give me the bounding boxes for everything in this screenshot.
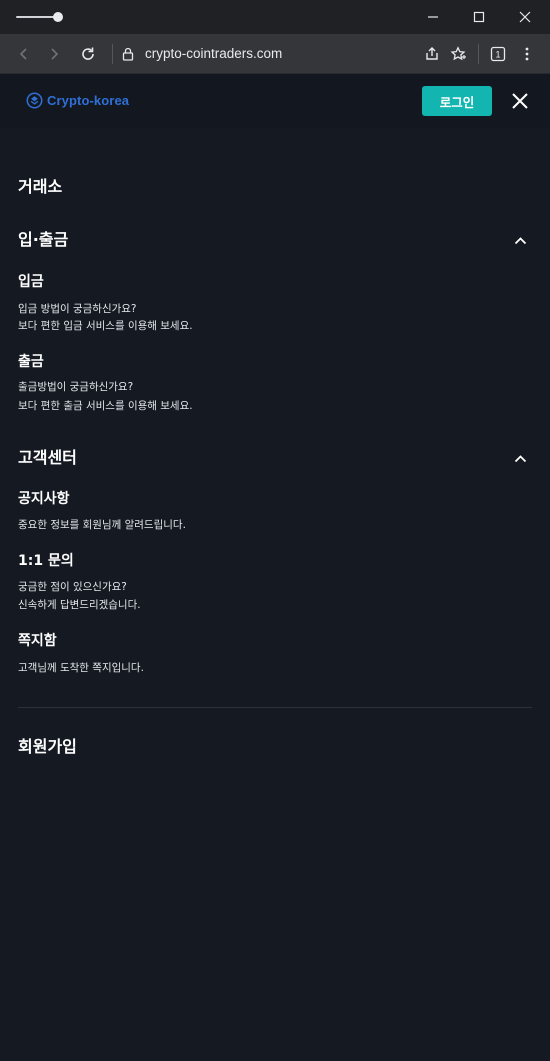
- site-info-button[interactable]: [116, 42, 140, 66]
- zoom-slider-knob[interactable]: [53, 12, 63, 22]
- collapse-customer-center-button[interactable]: [512, 450, 528, 466]
- tab-count: 1: [495, 50, 500, 60]
- menu-item-inquiry[interactable]: 1:1 문의: [18, 552, 74, 570]
- arrow-left-icon: [19, 48, 27, 60]
- login-button[interactable]: 로그인: [422, 86, 492, 116]
- menu-close-button[interactable]: [508, 89, 532, 113]
- reload-icon: [82, 47, 94, 60]
- minimize-icon: [428, 16, 438, 18]
- reload-button[interactable]: [76, 42, 100, 66]
- site-header: Crypto-korea 로그인: [0, 74, 550, 128]
- menu-item-signup[interactable]: 회원가입: [18, 737, 77, 757]
- menu-section-customer-center[interactable]: 고객센터: [18, 448, 77, 468]
- star-add-icon: [450, 46, 466, 61]
- tab-count-button[interactable]: 1: [486, 42, 510, 66]
- browser-toolbar: crypto-cointraders.com 1: [0, 34, 550, 74]
- deposit-description-line-1: 입금 방법이 궁금하신가요?: [18, 303, 137, 315]
- lock-icon: [122, 47, 134, 61]
- site-logo[interactable]: Crypto-korea: [26, 92, 129, 109]
- arrow-right-icon: [51, 48, 59, 60]
- maximize-icon: [473, 11, 485, 23]
- toolbar-separator: [112, 44, 113, 64]
- deposit-description-line-2: 보다 편한 입금 서비스를 이용해 보세요.: [18, 320, 193, 332]
- forward-button[interactable]: [42, 42, 66, 66]
- logo-text: Crypto-korea: [47, 93, 130, 108]
- window-titlebar: [0, 0, 550, 34]
- back-button[interactable]: [12, 42, 36, 66]
- mobile-menu: 거래소 입·출금 입금 입금 방법이 궁금하신가요? 보다 편한 입금 서비스를…: [0, 128, 550, 1061]
- menu-item-notice[interactable]: 공지사항: [18, 490, 70, 508]
- menu-item-withdraw[interactable]: 출금: [18, 353, 44, 371]
- notice-description: 중요한 정보를 회원님께 알려드립니다.: [18, 519, 186, 531]
- menu-item-messages[interactable]: 쪽지함: [18, 632, 57, 650]
- close-icon: [512, 93, 528, 109]
- chevron-up-icon: [514, 454, 526, 462]
- chevron-up-icon: [514, 236, 526, 244]
- address-bar-url[interactable]: crypto-cointraders.com: [145, 44, 282, 64]
- withdraw-description-line-1: 출금방법이 궁금하신가요?: [18, 381, 134, 393]
- close-icon: [519, 11, 531, 23]
- zoom-slider-track[interactable]: [16, 16, 58, 18]
- menu-item-deposit[interactable]: 입금: [18, 273, 44, 291]
- withdraw-description-line-2: 보다 편한 출금 서비스를 이용해 보세요.: [18, 400, 193, 412]
- inquiry-description-line-1: 궁금한 점이 있으신가요?: [18, 581, 127, 593]
- collapse-deposit-withdraw-button[interactable]: [512, 232, 528, 248]
- logo-icon: [26, 92, 43, 109]
- inquiry-description-line-2: 신속하게 답변드리겠습니다.: [18, 599, 141, 611]
- more-vertical-icon: [525, 47, 529, 61]
- maximize-button[interactable]: [456, 0, 502, 34]
- window-close-button[interactable]: [502, 0, 548, 34]
- menu-section-deposit-withdraw[interactable]: 입·출금: [18, 230, 68, 250]
- bookmark-button[interactable]: [446, 42, 470, 66]
- tabs-icon: 1: [490, 46, 506, 62]
- browser-menu-button[interactable]: [515, 42, 539, 66]
- share-button[interactable]: [420, 42, 444, 66]
- menu-divider: [18, 707, 532, 708]
- menu-item-exchange[interactable]: 거래소: [18, 177, 62, 197]
- share-icon: [426, 47, 438, 60]
- minimize-button[interactable]: [410, 0, 456, 34]
- toolbar-separator-right: [478, 44, 479, 64]
- messages-description: 고객님께 도착한 쪽지입니다.: [18, 662, 144, 674]
